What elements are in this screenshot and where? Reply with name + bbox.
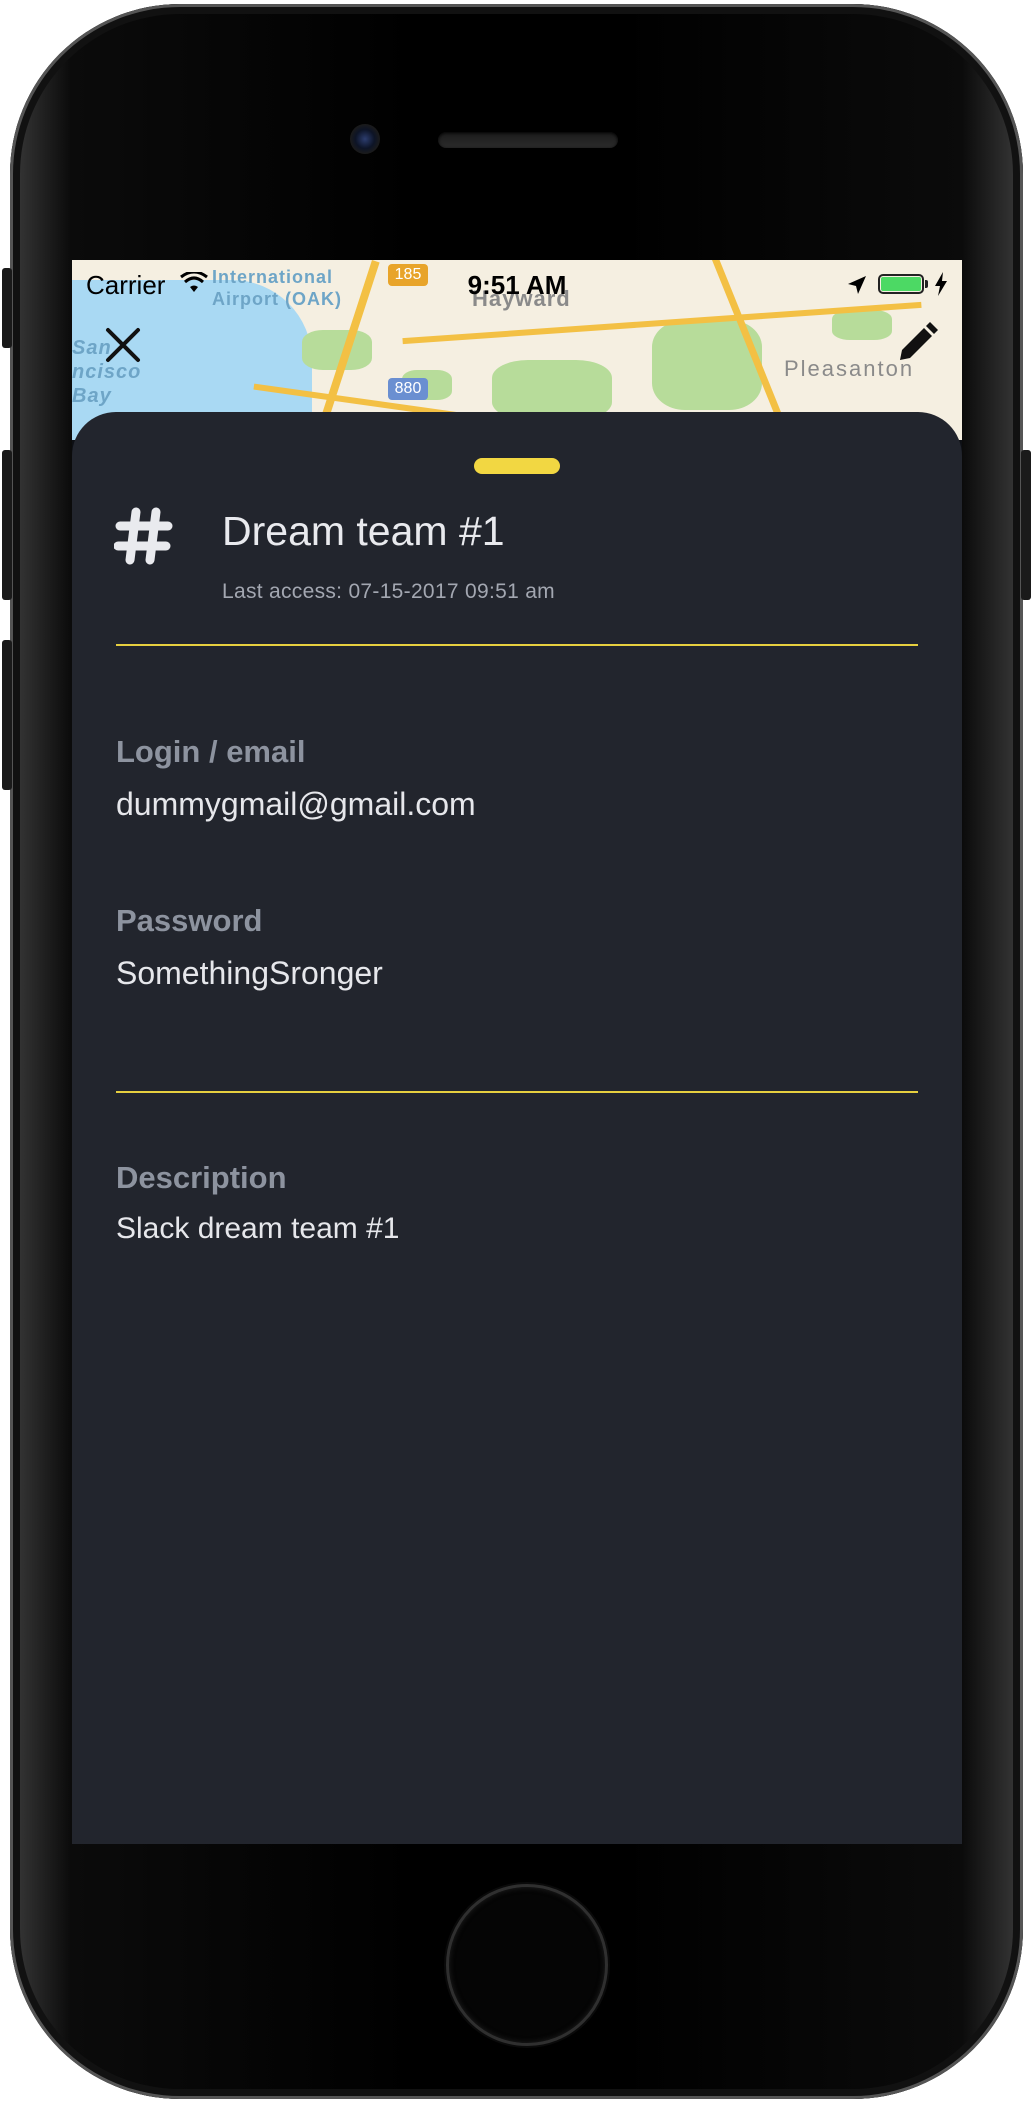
login-value[interactable]: dummygmail@gmail.com <box>116 786 476 823</box>
app-screen: Hayward Pleasanton International Airport … <box>72 260 962 1844</box>
park-area <box>832 310 892 340</box>
hash-icon <box>114 507 173 565</box>
close-icon[interactable] <box>100 322 146 368</box>
home-button[interactable] <box>446 1884 608 2046</box>
mute-switch <box>2 268 12 348</box>
drag-handle[interactable] <box>474 458 560 474</box>
description-label: Description <box>116 1160 287 1195</box>
description-value[interactable]: Slack dream team #1 <box>116 1212 399 1246</box>
item-title: Dream team #1 <box>222 508 505 554</box>
section-divider <box>116 1091 918 1093</box>
volume-up-button <box>2 450 12 600</box>
battery-tip <box>925 280 928 288</box>
login-label: Login / email <box>116 734 306 769</box>
clock-time: 9:51 AM <box>467 270 567 300</box>
earpiece-speaker <box>438 132 618 148</box>
last-access-text: Last access: 07-15-2017 09:51 am <box>222 580 555 603</box>
password-label: Password <box>116 903 263 938</box>
location-arrow-icon <box>848 276 866 294</box>
section-divider <box>116 644 918 646</box>
highway-shield: 880 <box>388 378 428 400</box>
battery-icon <box>878 274 924 294</box>
park-area <box>492 360 612 420</box>
power-button <box>1021 450 1031 600</box>
status-bar: Carrier 9:51 AM <box>72 260 962 310</box>
volume-down-button <box>2 640 12 790</box>
detail-sheet: Dream team #1 Last access: 07-15-2017 09… <box>72 412 962 1844</box>
charging-bolt-icon <box>935 272 947 296</box>
password-value[interactable]: SomethingSronger <box>116 955 383 992</box>
front-camera <box>350 124 380 154</box>
pencil-icon[interactable] <box>894 320 940 366</box>
